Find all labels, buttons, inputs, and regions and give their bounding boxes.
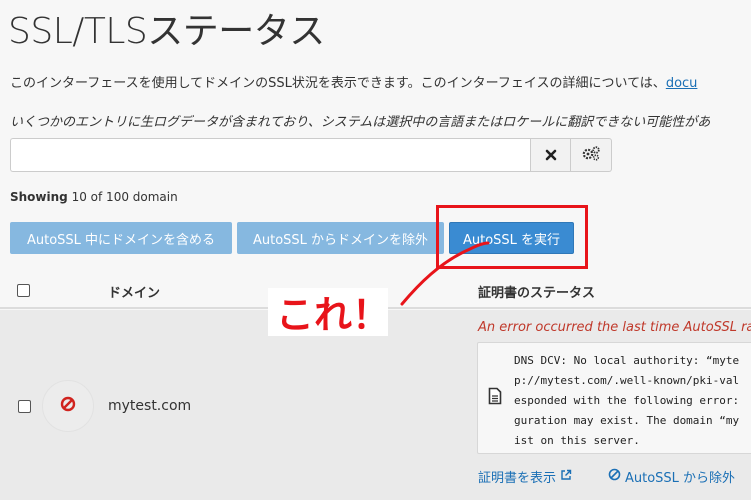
- dns-line: esponded with the following error:: [514, 394, 740, 407]
- domain-name: mytest.com: [108, 398, 192, 414]
- page-title: SSL/TLSステータス: [8, 11, 325, 52]
- select-all-checkbox[interactable]: [17, 284, 30, 297]
- showing-text: 10 of 100 domain: [71, 190, 178, 204]
- status-indicator: [42, 380, 94, 432]
- annotation-callout: これ！: [268, 288, 390, 337]
- raw-log-note: いくつかのエントリに生ログデータが含まれており、システムは選択中の言語またはロケ…: [10, 115, 711, 130]
- exclude-from-autossl-link[interactable]: AutoSSL から除外: [608, 467, 735, 486]
- document-icon: [488, 387, 502, 409]
- external-link-icon: [560, 469, 572, 485]
- annotation-text: これ！: [276, 293, 391, 337]
- search-input[interactable]: [10, 138, 530, 172]
- dns-error-details: DNS DCV: No local authority: “myte p://my…: [477, 342, 751, 454]
- search-bar: [10, 138, 612, 172]
- description-text: このインターフェースを使用してドメインのSSL状況を表示できます。このインターフ…: [10, 76, 666, 91]
- dns-line: DNS DCV: No local authority: “myte: [514, 354, 740, 367]
- view-certificate-link[interactable]: 証明書を表示: [478, 467, 572, 486]
- dns-error-text: DNS DCV: No local authority: “myte p://my…: [514, 351, 751, 451]
- gears-icon: [581, 145, 601, 165]
- header-cert-status: 証明書のステータス: [478, 286, 596, 301]
- header-domain: ドメイン: [108, 286, 161, 301]
- exclude-from-autossl-label: AutoSSL から除外: [625, 471, 736, 486]
- clear-search-button[interactable]: [530, 138, 571, 172]
- ban-icon: [608, 468, 621, 485]
- no-entry-icon: [60, 396, 76, 416]
- dns-line: ist on this server.: [514, 434, 640, 447]
- page-description: このインターフェースを使用してドメインのSSL状況を表示できます。このインターフ…: [10, 72, 751, 91]
- view-certificate-label: 証明書を表示: [478, 471, 557, 486]
- dns-line: p://mytest.com/.well-known/pki-val: [514, 374, 740, 387]
- include-domain-button[interactable]: AutoSSL 中にドメインを含める: [10, 222, 232, 254]
- autossl-error-message: An error occurred the last time AutoSSL …: [478, 320, 751, 335]
- row-checkbox[interactable]: [18, 400, 31, 413]
- documentation-link[interactable]: docu: [666, 76, 698, 91]
- close-icon: [545, 146, 557, 165]
- exclude-domain-button[interactable]: AutoSSL からドメインを除外: [237, 222, 444, 254]
- settings-button[interactable]: [571, 138, 612, 172]
- annotation-highlight-box: [436, 205, 588, 269]
- showing-label: Showing: [10, 190, 68, 204]
- showing-count: Showing 10 of 100 domain: [10, 190, 178, 204]
- dns-line: guration may exist. The domain “my: [514, 414, 740, 427]
